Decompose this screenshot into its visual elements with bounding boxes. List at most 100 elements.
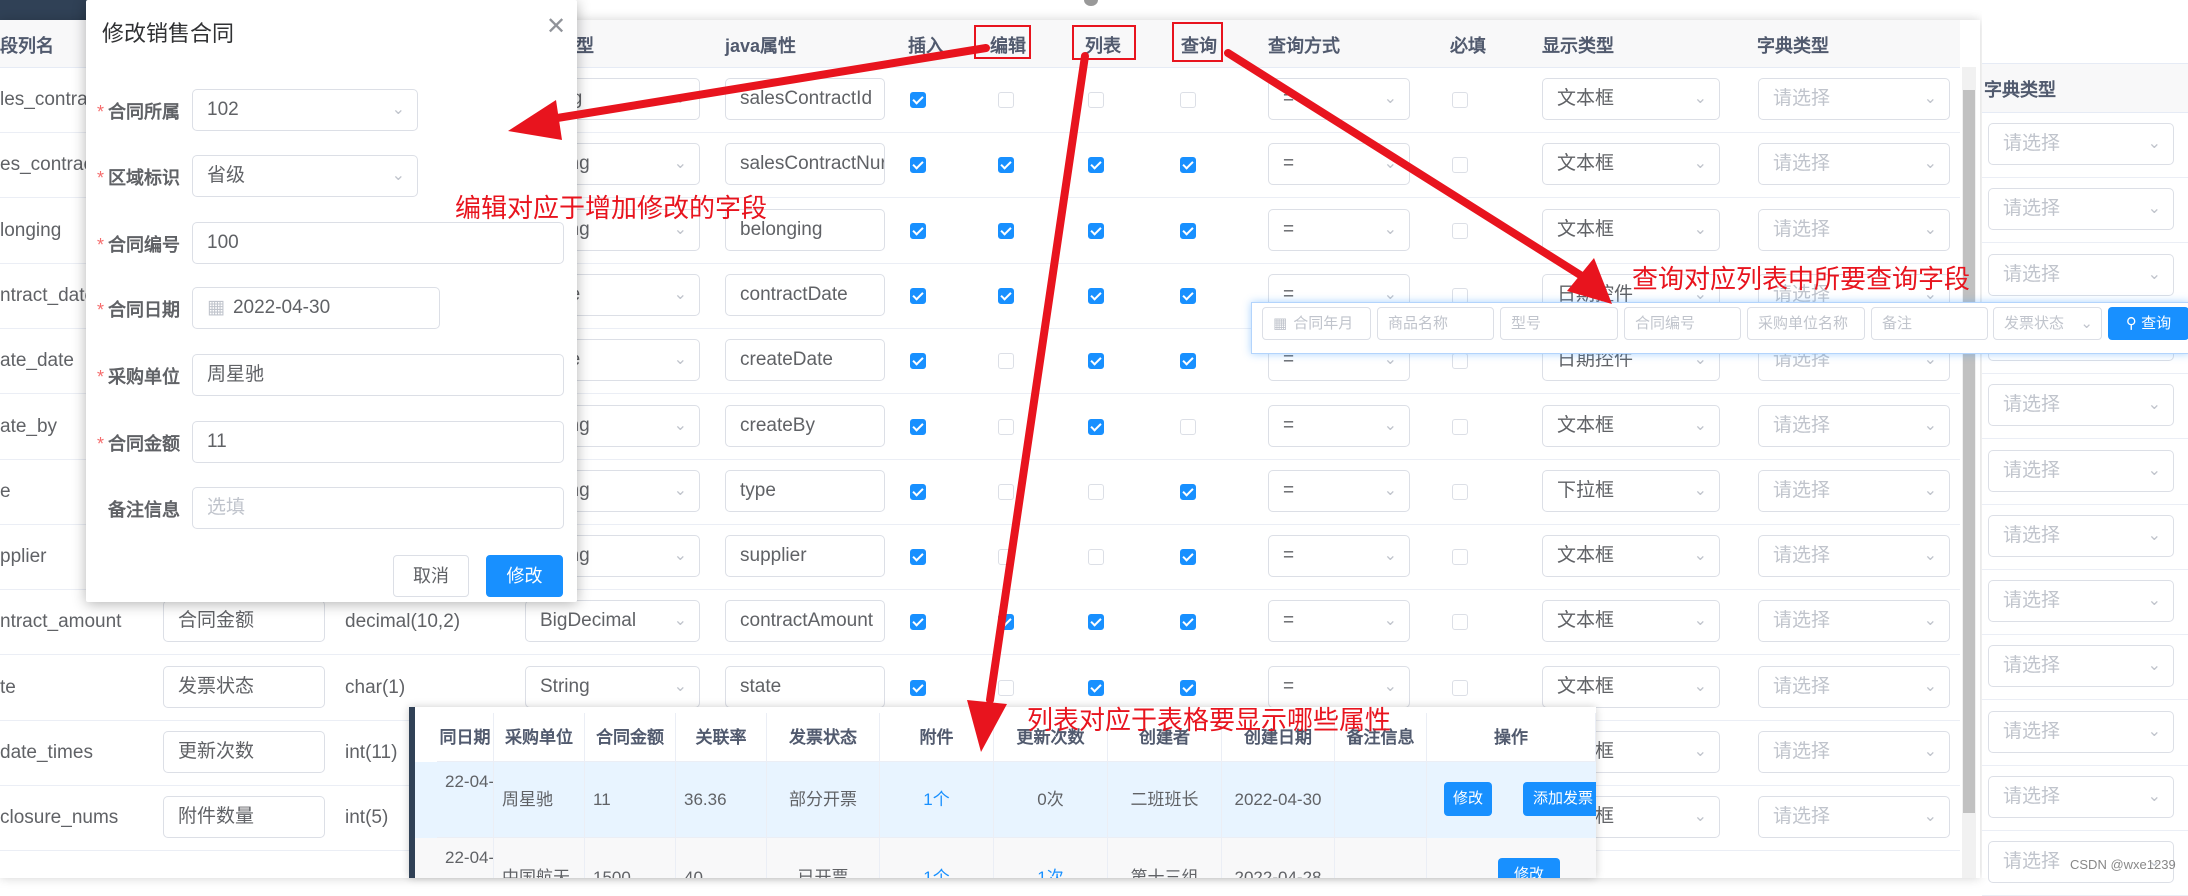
checkbox-insert[interactable]: [910, 614, 926, 631]
dict-type-select-right[interactable]: 请选择 ⌄: [1988, 123, 2174, 165]
checkbox-edit[interactable]: [998, 157, 1014, 174]
field-input[interactable]: 周星驰: [192, 354, 564, 396]
dict-type-select-right[interactable]: 请选择 ⌄: [1988, 188, 2174, 231]
checkbox-required[interactable]: [1452, 614, 1468, 631]
month-picker[interactable]: ▦ 合同年月: [1262, 307, 1371, 340]
display-type-select[interactable]: 文本框 ⌄: [1542, 665, 1720, 708]
checkbox-insert[interactable]: [910, 418, 926, 435]
checkbox-list[interactable]: [1088, 157, 1104, 174]
checkbox-insert[interactable]: [910, 287, 926, 304]
vertical-scrollbar[interactable]: [1962, 67, 1976, 878]
checkbox-edit[interactable]: [998, 614, 1014, 631]
checkbox-list[interactable]: [1088, 353, 1104, 370]
field-input[interactable]: 100: [192, 222, 564, 264]
dict-type-select[interactable]: 请选择 ⌄: [1758, 665, 1950, 708]
display-type-select[interactable]: 文本框 ⌄: [1542, 404, 1720, 447]
query-mode-select[interactable]: =⌄: [1268, 600, 1410, 643]
search-field-input[interactable]: 商品名称: [1377, 307, 1494, 340]
checkbox-edit[interactable]: [998, 92, 1014, 108]
query-mode-select[interactable]: =⌄: [1268, 469, 1410, 512]
checkbox-query[interactable]: [1180, 92, 1196, 108]
checkbox-insert[interactable]: [910, 222, 926, 239]
dict-type-select-right[interactable]: 请选择 ⌄: [1988, 449, 2174, 492]
list-link[interactable]: 1个: [880, 838, 994, 878]
dict-type-select-right[interactable]: 请选择 ⌄: [1988, 253, 2174, 296]
query-mode-select[interactable]: =⌄: [1268, 535, 1410, 578]
dict-type-select-right[interactable]: 请选择 ⌄: [1988, 776, 2174, 818]
checkbox-required[interactable]: [1452, 92, 1468, 108]
checkbox-query[interactable]: [1180, 614, 1196, 631]
display-type-select[interactable]: 文本框 ⌄: [1542, 143, 1720, 186]
checkbox-required[interactable]: [1452, 353, 1468, 370]
display-type-select[interactable]: 文本框 ⌄: [1542, 600, 1720, 643]
checkbox-query[interactable]: [1180, 222, 1196, 239]
checkbox-list[interactable]: [1088, 287, 1104, 304]
checkbox-required[interactable]: [1452, 679, 1468, 696]
checkbox-edit[interactable]: [998, 483, 1014, 500]
java-attr-input[interactable]: createBy: [725, 404, 885, 447]
display-type-select[interactable]: 文本框 ⌄: [1542, 535, 1720, 578]
java-attr-input[interactable]: supplier: [725, 535, 885, 578]
search-field-input[interactable]: 型号: [1500, 307, 1618, 340]
description-input[interactable]: 更新次数: [163, 731, 325, 773]
checkbox-query[interactable]: [1180, 679, 1196, 696]
scrollbar-thumb[interactable]: [1963, 90, 1975, 813]
field-select[interactable]: 省级 ⌄: [192, 155, 418, 197]
dict-type-select-right[interactable]: 请选择 ⌄: [1988, 645, 2174, 688]
close-icon[interactable]: ✕: [546, 12, 566, 41]
dict-type-select-right[interactable]: 请选择 ⌄: [1988, 384, 2174, 427]
dict-type-select-right[interactable]: 请选择 ⌄: [1988, 710, 2174, 753]
checkbox-edit[interactable]: [998, 353, 1014, 370]
java-attr-input[interactable]: salesContractId: [725, 78, 885, 120]
search-button[interactable]: ⚲ 查询: [2108, 307, 2188, 340]
date-picker[interactable]: ▦ 2022-04-30: [192, 287, 440, 329]
edit-button[interactable]: 修改: [1498, 858, 1560, 878]
checkbox-insert[interactable]: [910, 679, 926, 696]
checkbox-list[interactable]: [1088, 92, 1104, 108]
checkbox-insert[interactable]: [910, 353, 926, 370]
query-mode-select[interactable]: =⌄: [1268, 78, 1410, 120]
java-attr-input[interactable]: state: [725, 665, 885, 708]
checkbox-edit[interactable]: [998, 549, 1014, 566]
checkbox-required[interactable]: [1452, 418, 1468, 435]
list-link[interactable]: 1次: [994, 838, 1108, 878]
checkbox-edit[interactable]: [998, 222, 1014, 239]
dict-type-select[interactable]: 请选择 ⌄: [1758, 143, 1950, 186]
checkbox-insert[interactable]: [910, 157, 926, 174]
dict-type-select-right[interactable]: 请选择 ⌄: [1988, 580, 2174, 623]
checkbox-list[interactable]: [1088, 418, 1104, 435]
checkbox-required[interactable]: [1452, 483, 1468, 500]
dict-type-select[interactable]: 请选择 ⌄: [1758, 208, 1950, 251]
invoice-status-select[interactable]: 发票状态 ⌄: [1993, 307, 2102, 340]
checkbox-required[interactable]: [1452, 222, 1468, 239]
query-mode-select[interactable]: =⌄: [1268, 404, 1410, 447]
java-attr-input[interactable]: contractAmount: [725, 600, 885, 643]
dict-type-select[interactable]: 请选择 ⌄: [1758, 731, 1950, 773]
checkbox-insert[interactable]: [910, 92, 926, 108]
checkbox-query[interactable]: [1180, 353, 1196, 370]
description-input[interactable]: 发票状态: [163, 665, 325, 708]
checkbox-insert[interactable]: [910, 483, 926, 500]
cancel-button[interactable]: 取消: [393, 555, 469, 597]
checkbox-edit[interactable]: [998, 679, 1014, 696]
dict-type-select[interactable]: 请选择 ⌄: [1758, 600, 1950, 643]
java-attr-input[interactable]: salesContractNur: [725, 143, 885, 186]
display-type-select[interactable]: 文本框 ⌄: [1542, 78, 1720, 120]
java-attr-input[interactable]: type: [725, 469, 885, 512]
checkbox-list[interactable]: [1088, 549, 1104, 566]
java-attr-input[interactable]: createDate: [725, 339, 885, 382]
list-link[interactable]: 1个: [880, 762, 994, 838]
checkbox-required[interactable]: [1452, 157, 1468, 174]
dict-type-select[interactable]: 请选择 ⌄: [1758, 535, 1950, 578]
checkbox-required[interactable]: [1452, 549, 1468, 566]
query-mode-select[interactable]: =⌄: [1268, 143, 1410, 186]
edit-button[interactable]: 修改: [1444, 782, 1492, 816]
description-input[interactable]: 附件数量: [163, 796, 325, 839]
checkbox-query[interactable]: [1180, 418, 1196, 435]
display-type-select[interactable]: 下拉框 ⌄: [1542, 469, 1720, 512]
checkbox-list[interactable]: [1088, 222, 1104, 239]
search-field-input[interactable]: 合同编号: [1624, 307, 1741, 340]
query-mode-select[interactable]: =⌄: [1268, 208, 1410, 251]
java-type-select[interactable]: String ⌄: [525, 665, 700, 708]
submit-button[interactable]: 修改: [486, 555, 563, 597]
